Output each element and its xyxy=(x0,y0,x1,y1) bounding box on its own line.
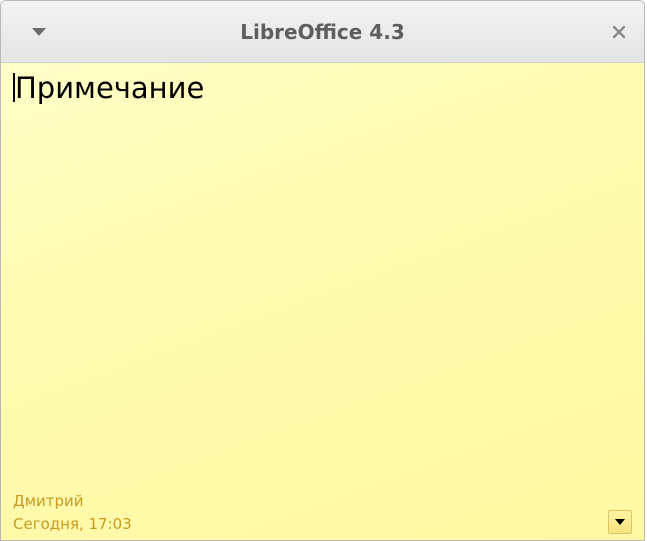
window-menu-button[interactable] xyxy=(19,19,59,45)
note-text: Примечание xyxy=(15,71,205,105)
chevron-down-icon xyxy=(32,27,46,36)
comment-window: LibreOffice 4.3 Примечание Дмитрий Сегод… xyxy=(0,0,645,541)
note-body[interactable]: Примечание Дмитрий Сегодня, 17:03 xyxy=(1,63,644,540)
note-timestamp: Сегодня, 17:03 xyxy=(13,515,132,533)
note-meta: Дмитрий Сегодня, 17:03 xyxy=(13,490,132,536)
title-bar[interactable]: LibreOffice 4.3 xyxy=(1,1,644,63)
close-button[interactable] xyxy=(604,17,634,47)
dropdown-arrow-icon xyxy=(615,519,625,525)
window-title: LibreOffice 4.3 xyxy=(240,20,405,44)
note-text-field[interactable]: Примечание xyxy=(13,71,632,105)
close-icon xyxy=(612,25,626,39)
note-author: Дмитрий xyxy=(13,492,84,510)
note-options-button[interactable] xyxy=(608,510,632,534)
